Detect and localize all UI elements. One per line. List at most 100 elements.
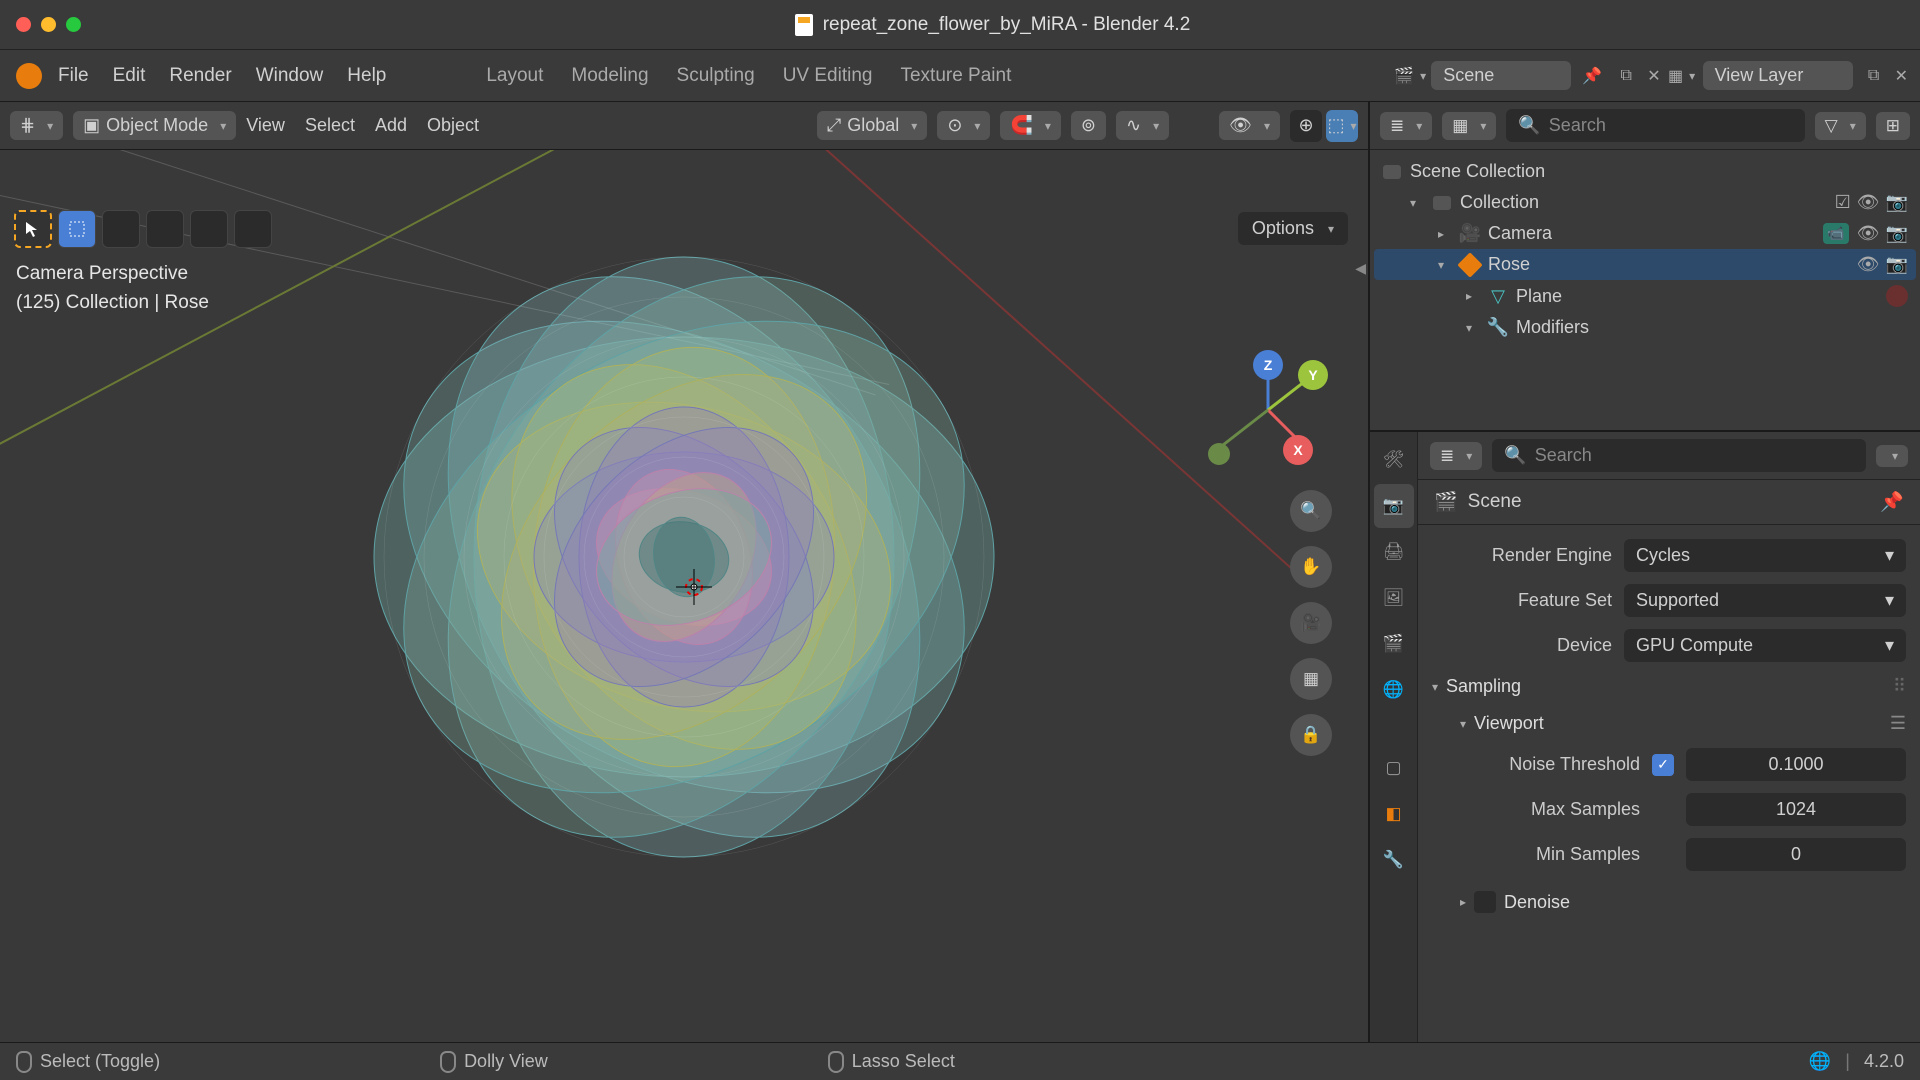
preset-list-icon[interactable]: ☰ <box>1890 713 1906 734</box>
camera-view-button[interactable]: 🎥 <box>1290 602 1332 644</box>
outliner-new-collection-button[interactable]: ⊞ <box>1876 112 1910 140</box>
denoise-panel-header[interactable]: ▸ Denoise <box>1460 877 1906 921</box>
viewport-options-dropdown[interactable]: Options <box>1238 212 1348 245</box>
max-samples-field[interactable]: 1024 <box>1686 793 1906 826</box>
disclosure-icon[interactable]: ▸ <box>1466 289 1480 303</box>
disclosure-icon[interactable]: ▸ <box>1438 227 1452 241</box>
tab-render[interactable]: 📷 <box>1374 484 1414 528</box>
workspace-uv-editing[interactable]: UV Editing <box>783 65 873 87</box>
sidebar-collapse-icon[interactable]: ◀ <box>1355 260 1366 277</box>
zoom-button[interactable]: 🔍 <box>1290 490 1332 532</box>
vp-menu-select[interactable]: Select <box>305 115 355 136</box>
scene-name-field[interactable]: Scene <box>1431 61 1571 90</box>
proportional-edit-button[interactable]: ⊚ <box>1071 111 1106 140</box>
tool-select-box[interactable] <box>14 210 52 248</box>
tool-select-circle[interactable] <box>102 210 140 248</box>
properties-search-input[interactable]: 🔍 Search <box>1492 439 1866 472</box>
layer-delete-button[interactable]: ✕ <box>1895 66 1908 86</box>
denoise-checkbox[interactable] <box>1474 891 1496 913</box>
outliner-filter-button[interactable]: ▽ <box>1815 112 1866 140</box>
sampling-panel-header[interactable]: ▾ Sampling ⠿ <box>1432 668 1906 705</box>
snap-dropdown[interactable]: 🧲 <box>1000 111 1060 140</box>
tab-modifiers[interactable]: ◧ <box>1374 792 1414 836</box>
menu-edit[interactable]: Edit <box>113 65 146 87</box>
eye-icon[interactable]: 👁 <box>1857 192 1880 213</box>
tree-plane[interactable]: ▸ ▽ Plane <box>1374 280 1916 312</box>
window-maximize-button[interactable] <box>66 17 81 32</box>
workspace-sculpting[interactable]: Sculpting <box>677 65 755 87</box>
blender-logo-icon[interactable] <box>16 63 42 89</box>
lock-view-button[interactable]: 🔒 <box>1290 714 1332 756</box>
axis-neg-button[interactable] <box>1208 443 1230 465</box>
pin-icon[interactable]: 📌 <box>1880 490 1904 514</box>
outliner-search-input[interactable]: 🔍 Search <box>1506 109 1804 142</box>
scene-pin-icon[interactable]: 📌 <box>1579 63 1605 89</box>
overlay-toggle-button[interactable]: ⬚ <box>1326 110 1358 142</box>
disclosure-icon[interactable]: ▾ <box>1410 196 1424 210</box>
tree-collection[interactable]: ▾ Collection ☑👁📷 <box>1374 187 1916 218</box>
render-icon[interactable]: 📷 <box>1886 192 1908 213</box>
proportional-falloff-dropdown[interactable]: ∿ <box>1116 111 1169 140</box>
axis-z-button[interactable]: Z <box>1253 350 1283 380</box>
tab-object-data[interactable]: 🔧 <box>1374 838 1414 882</box>
scene-new-button[interactable]: ⧉ <box>1613 63 1639 89</box>
gizmo-toggle-button[interactable]: ⊕ <box>1290 110 1322 142</box>
checkbox-icon[interactable]: ☑ <box>1835 192 1851 213</box>
render-engine-dropdown[interactable]: Cycles▾ <box>1624 539 1906 572</box>
tool-cursor[interactable] <box>58 210 96 248</box>
window-close-button[interactable] <box>16 17 31 32</box>
workspace-modeling[interactable]: Modeling <box>571 65 648 87</box>
tab-tool[interactable]: 🛠 <box>1374 438 1414 482</box>
viewport-3d[interactable]: Camera Perspective (125) Collection | Ro… <box>0 150 1368 1042</box>
tab-world[interactable]: 🌐 <box>1374 668 1414 712</box>
disclosure-icon[interactable]: ▾ <box>1438 258 1452 272</box>
render-icon[interactable]: 📷 <box>1886 223 1908 244</box>
render-icon[interactable]: 📷 <box>1886 254 1908 275</box>
tab-object[interactable]: ▢ <box>1374 746 1414 790</box>
editor-type-dropdown[interactable]: ⋕ <box>10 111 63 140</box>
axis-y-button[interactable]: Y <box>1298 360 1328 390</box>
properties-options-button[interactable] <box>1876 445 1908 467</box>
pan-button[interactable]: ✋ <box>1290 546 1332 588</box>
disclosure-icon[interactable]: ▾ <box>1466 321 1480 335</box>
noise-threshold-checkbox[interactable]: ✓ <box>1652 754 1674 776</box>
min-samples-field[interactable]: 0 <box>1686 838 1906 871</box>
menu-render[interactable]: Render <box>169 65 231 87</box>
window-minimize-button[interactable] <box>41 17 56 32</box>
scene-browse-button[interactable]: 🎬 <box>1397 63 1423 89</box>
tab-output[interactable]: 🖨 <box>1374 530 1414 574</box>
viewport-sampling-header[interactable]: ▾ Viewport ☰ <box>1460 705 1906 742</box>
orientation-dropdown[interactable]: ⤢ Global <box>817 111 927 140</box>
tool-select-lasso[interactable] <box>146 210 184 248</box>
vp-menu-view[interactable]: View <box>246 115 285 136</box>
visibility-dropdown[interactable]: 👁 <box>1219 111 1280 140</box>
layer-new-button[interactable]: ⧉ <box>1861 63 1887 89</box>
view-layer-field[interactable]: View Layer <box>1703 61 1853 90</box>
tab-view-layer[interactable]: 🖼 <box>1374 576 1414 620</box>
mode-dropdown[interactable]: ▣ Object Mode <box>73 111 236 140</box>
vp-menu-add[interactable]: Add <box>375 115 407 136</box>
tree-rose[interactable]: ▾ Rose 👁📷 <box>1374 249 1916 280</box>
tool-move[interactable] <box>190 210 228 248</box>
perspective-toggle-button[interactable]: ▦ <box>1290 658 1332 700</box>
menu-file[interactable]: File <box>58 65 89 87</box>
eye-icon[interactable]: 👁 <box>1857 254 1880 275</box>
tree-scene-collection[interactable]: Scene Collection <box>1374 156 1916 187</box>
menu-help[interactable]: Help <box>347 65 386 87</box>
scene-delete-button[interactable]: ✕ <box>1647 66 1660 86</box>
feature-set-dropdown[interactable]: Supported▾ <box>1624 584 1906 617</box>
tree-camera[interactable]: ▸ 🎥 Camera 📹 👁📷 <box>1374 218 1916 249</box>
properties-editor-dropdown[interactable]: ≣ <box>1430 442 1482 470</box>
noise-threshold-field[interactable]: 0.1000 <box>1686 748 1906 781</box>
axis-x-button[interactable]: X <box>1283 435 1313 465</box>
navigation-gizmo[interactable]: Z Y X <box>1208 350 1328 470</box>
device-dropdown[interactable]: GPU Compute▾ <box>1624 629 1906 662</box>
pivot-dropdown[interactable]: ⊙ <box>937 111 990 140</box>
tab-scene[interactable]: 🎬 <box>1374 622 1414 666</box>
layer-browse-button[interactable]: ▦ <box>1669 63 1695 89</box>
outliner-editor-dropdown[interactable]: ≣ <box>1380 112 1432 140</box>
workspace-texture-paint[interactable]: Texture Paint <box>900 65 1011 87</box>
tool-rotate[interactable] <box>234 210 272 248</box>
workspace-layout[interactable]: Layout <box>486 65 543 87</box>
drag-handle-icon[interactable]: ⠿ <box>1893 676 1906 697</box>
